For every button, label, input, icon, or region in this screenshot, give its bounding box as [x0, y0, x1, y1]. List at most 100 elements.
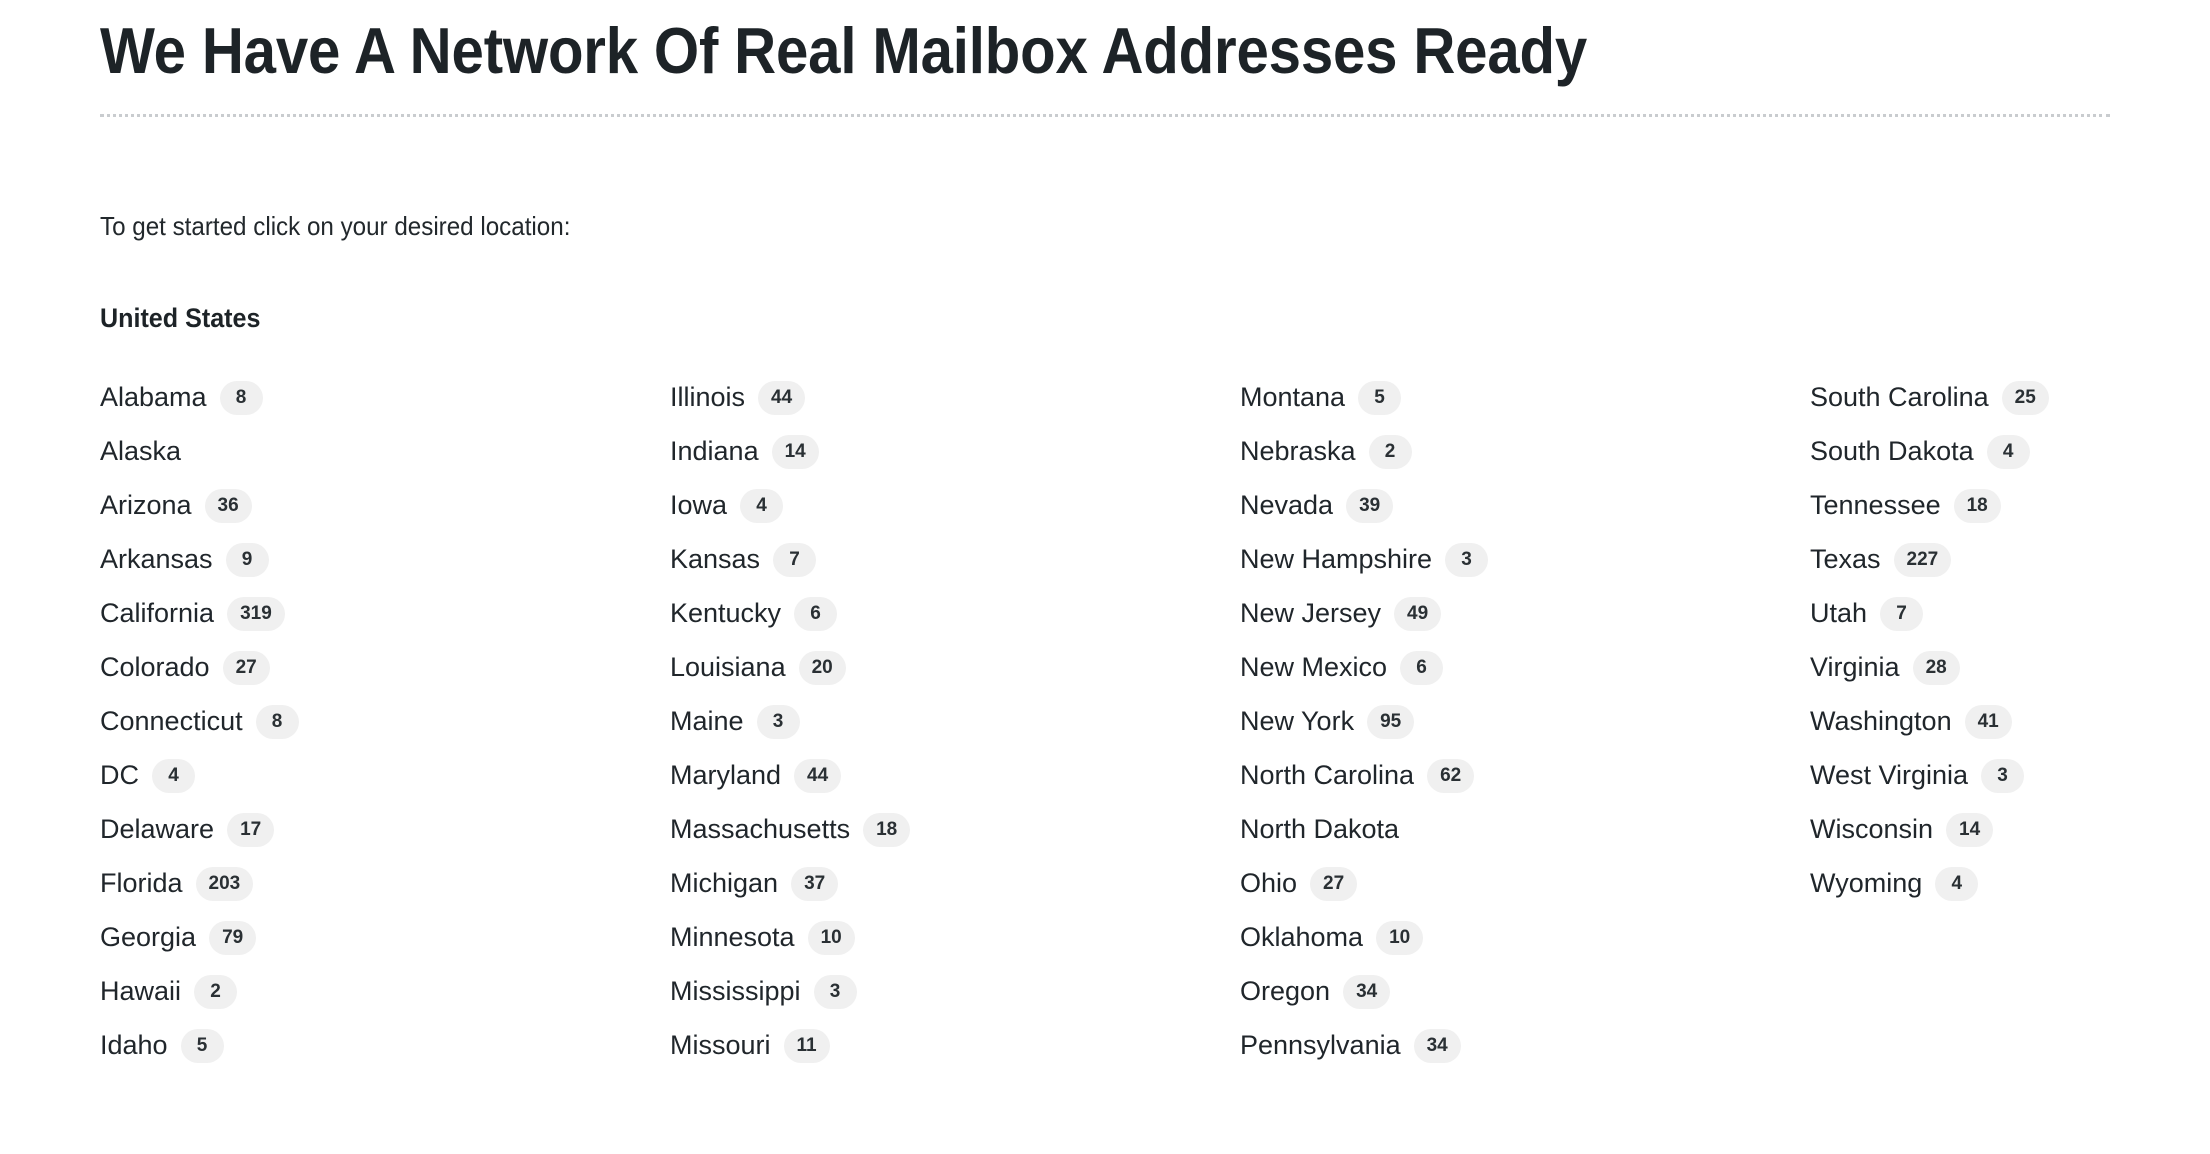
state-link-louisiana[interactable]: Louisiana 20	[670, 641, 1240, 695]
state-link-montana[interactable]: Montana 5	[1240, 371, 1810, 425]
state-link-colorado[interactable]: Colorado 27	[100, 641, 670, 695]
state-name: Nevada	[1240, 490, 1334, 521]
state-link-idaho[interactable]: Idaho 5	[100, 1019, 670, 1073]
state-link-illinois[interactable]: Illinois 44	[670, 371, 1240, 425]
state-link-alabama[interactable]: Alabama 8	[100, 371, 670, 425]
state-link-arkansas[interactable]: Arkansas 9	[100, 533, 670, 587]
state-count-badge: 25	[2001, 380, 2049, 415]
state-name: Delaware	[100, 814, 215, 845]
state-link-nevada[interactable]: Nevada 39	[1240, 479, 1810, 533]
state-name: Oklahoma	[1240, 922, 1364, 953]
state-link-new-hampshire[interactable]: New Hampshire 3	[1240, 533, 1810, 587]
state-link-hawaii[interactable]: Hawaii 2	[100, 965, 670, 1019]
state-count-badge: 6	[1400, 650, 1444, 685]
state-name: DC	[100, 760, 139, 791]
state-link-new-jersey[interactable]: New Jersey 49	[1240, 587, 1810, 641]
state-name: Hawaii	[100, 976, 182, 1007]
state-count-badge: 7	[773, 542, 817, 577]
state-name: Georgia	[100, 922, 197, 953]
state-link-arizona[interactable]: Arizona 36	[100, 479, 670, 533]
state-link-new-york[interactable]: New York 95	[1240, 695, 1810, 749]
state-count-badge: 227	[1893, 542, 1952, 577]
state-name: Indiana	[670, 436, 759, 467]
state-link-georgia[interactable]: Georgia 79	[100, 911, 670, 965]
state-count-badge: 8	[219, 380, 263, 415]
state-count-badge: 319	[227, 596, 285, 631]
state-count-badge: 7	[1880, 596, 1924, 631]
state-link-oregon[interactable]: Oregon 34	[1240, 965, 1810, 1019]
state-name: West Virginia	[1810, 760, 1969, 791]
state-count-badge: 62	[1427, 758, 1475, 793]
state-name: Iowa	[670, 490, 728, 521]
state-count-badge: 34	[1413, 1028, 1461, 1063]
state-link-indiana[interactable]: Indiana 14	[670, 425, 1240, 479]
state-name: Florida	[100, 868, 183, 899]
state-link-iowa[interactable]: Iowa 4	[670, 479, 1240, 533]
state-count-badge: 9	[225, 542, 269, 577]
state-link-maryland[interactable]: Maryland 44	[670, 749, 1240, 803]
state-name: Illinois	[670, 382, 746, 413]
state-link-california[interactable]: California 319	[100, 587, 670, 641]
state-count-badge: 18	[863, 812, 911, 847]
state-count-badge: 2	[1368, 434, 1412, 469]
state-name: Arkansas	[100, 544, 213, 575]
state-link-nebraska[interactable]: Nebraska 2	[1240, 425, 1810, 479]
state-count-badge: 37	[791, 866, 839, 901]
state-link-delaware[interactable]: Delaware 17	[100, 803, 670, 857]
state-link-oklahoma[interactable]: Oklahoma 10	[1240, 911, 1810, 965]
state-column-3: Montana 5 Nebraska 2 Nevada 39 New Hampshir…	[1240, 371, 1810, 1073]
state-link-maine[interactable]: Maine 3	[670, 695, 1240, 749]
state-link-washington[interactable]: Washington 41	[1810, 695, 2210, 749]
state-link-west-virginia[interactable]: West Virginia 3	[1810, 749, 2210, 803]
state-count-badge: 3	[813, 974, 857, 1009]
state-count-badge: 79	[209, 920, 257, 955]
state-columns: Alabama 8 Alaska Arizona 36 Arkansas 9 Cali…	[100, 335, 2110, 1073]
state-link-wisconsin[interactable]: Wisconsin 14	[1810, 803, 2210, 857]
state-link-north-dakota[interactable]: North Dakota	[1240, 803, 1810, 857]
state-column-4: South Carolina 25 South Dakota 4 Tennessee…	[1810, 371, 2210, 911]
state-name: Kansas	[670, 544, 761, 575]
state-link-florida[interactable]: Florida 203	[100, 857, 670, 911]
state-link-utah[interactable]: Utah 7	[1810, 587, 2210, 641]
state-link-michigan[interactable]: Michigan 37	[670, 857, 1240, 911]
state-name: Maine	[670, 706, 744, 737]
state-count-badge: 10	[807, 920, 855, 955]
state-count-badge: 34	[1343, 974, 1391, 1009]
state-count-badge: 44	[758, 380, 806, 415]
state-link-mississippi[interactable]: Mississippi 3	[670, 965, 1240, 1019]
country-heading-united-states: United States	[100, 303, 261, 334]
state-count-badge: 14	[771, 434, 819, 469]
state-link-alaska[interactable]: Alaska	[100, 425, 670, 479]
state-name: Oregon	[1240, 976, 1331, 1007]
state-link-new-mexico[interactable]: New Mexico 6	[1240, 641, 1810, 695]
state-name: Wyoming	[1810, 868, 1923, 899]
state-link-missouri[interactable]: Missouri 11	[670, 1019, 1240, 1073]
state-link-kansas[interactable]: Kansas 7	[670, 533, 1240, 587]
state-link-virginia[interactable]: Virginia 28	[1810, 641, 2210, 695]
state-link-connecticut[interactable]: Connecticut 8	[100, 695, 670, 749]
state-link-north-carolina[interactable]: North Carolina 62	[1240, 749, 1810, 803]
state-name: Tennessee	[1810, 490, 1941, 521]
state-name: Kentucky	[670, 598, 782, 629]
state-link-south-carolina[interactable]: South Carolina 25	[1810, 371, 2210, 425]
state-link-dc[interactable]: DC 4	[100, 749, 670, 803]
state-link-minnesota[interactable]: Minnesota 10	[670, 911, 1240, 965]
state-name: Idaho	[100, 1030, 168, 1061]
state-link-tennessee[interactable]: Tennessee 18	[1810, 479, 2210, 533]
state-name: Pennsylvania	[1240, 1030, 1401, 1061]
state-count-badge: 17	[227, 812, 275, 847]
state-name: New Mexico	[1240, 652, 1388, 683]
state-link-massachusetts[interactable]: Massachusetts 18	[670, 803, 1240, 857]
state-link-pennsylvania[interactable]: Pennsylvania 34	[1240, 1019, 1810, 1073]
state-link-kentucky[interactable]: Kentucky 6	[670, 587, 1240, 641]
state-count-badge: 44	[794, 758, 842, 793]
state-count-badge: 3	[1445, 542, 1489, 577]
state-link-ohio[interactable]: Ohio 27	[1240, 857, 1810, 911]
state-count-badge: 28	[1912, 650, 1960, 685]
state-name: Michigan	[670, 868, 779, 899]
state-name: Montana	[1240, 382, 1346, 413]
state-link-south-dakota[interactable]: South Dakota 4	[1810, 425, 2210, 479]
state-link-wyoming[interactable]: Wyoming 4	[1810, 857, 2210, 911]
state-link-texas[interactable]: Texas 227	[1810, 533, 2210, 587]
state-name: Texas	[1810, 544, 1881, 575]
